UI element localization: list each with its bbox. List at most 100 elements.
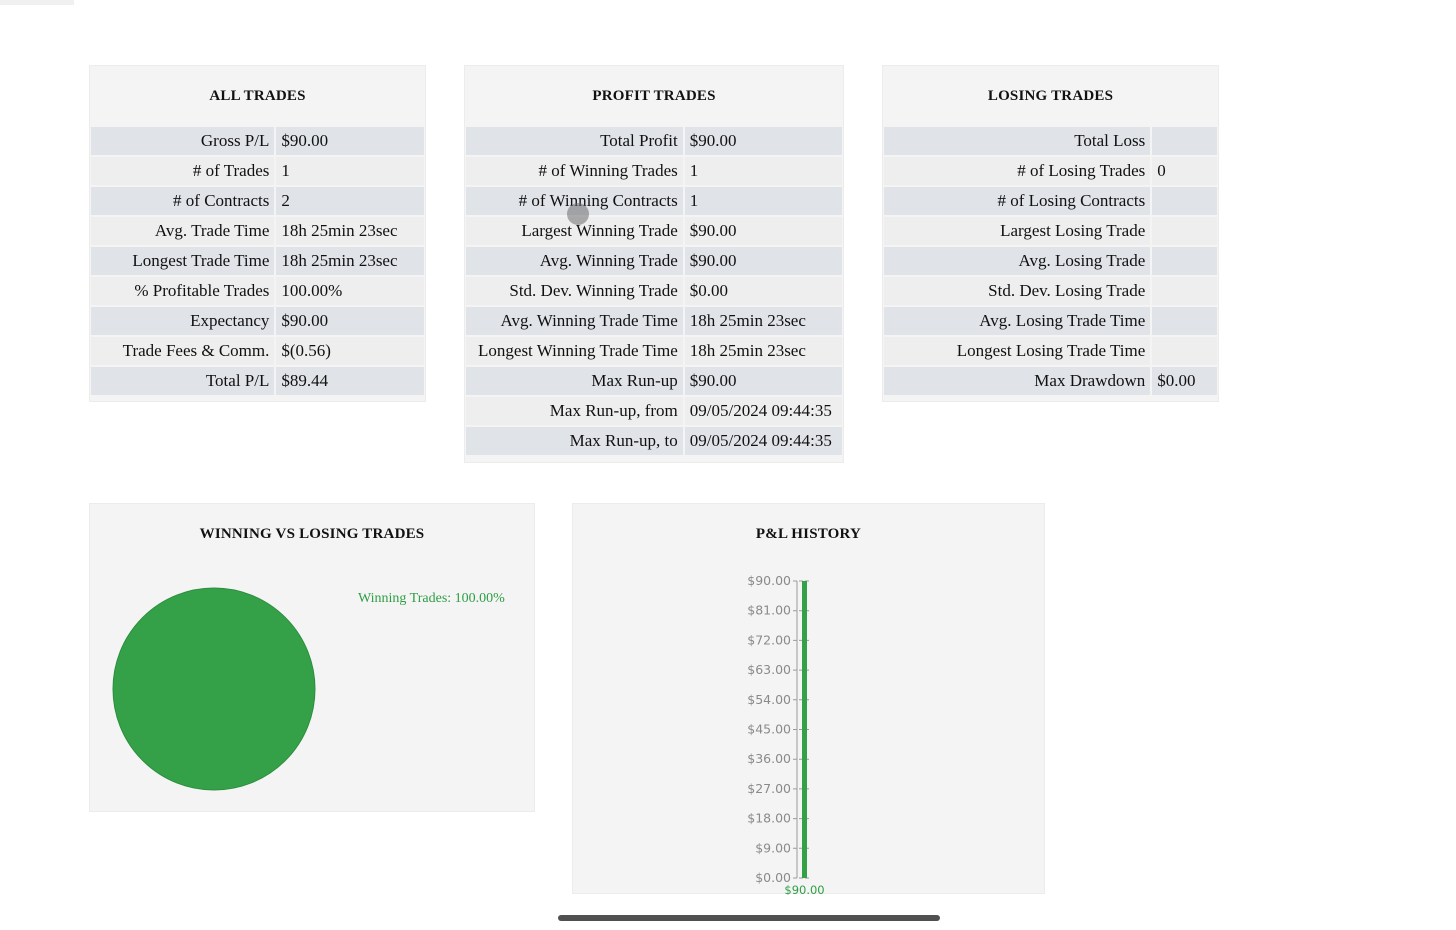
stat-value: $0.00	[1152, 367, 1217, 395]
stat-label: Longest Winning Trade Time	[466, 337, 683, 365]
profit-trades-title: PROFIT TRADES	[592, 88, 716, 104]
stat-label: Avg. Losing Trade	[884, 247, 1151, 275]
stat-value: $90.00	[276, 127, 424, 155]
stat-row: Max Drawdown $0.00	[884, 367, 1217, 395]
win-loss-pie-chart	[112, 587, 316, 791]
stat-value	[1152, 217, 1217, 245]
stat-value: $(0.56)	[276, 337, 424, 365]
y-tick-label: $81.00	[747, 603, 791, 618]
stat-row: Avg. Winning Trade Time 18h 25min 23sec	[466, 307, 842, 335]
stat-row: # of Trades 1	[91, 157, 424, 185]
all-trades-table: Gross P/L $90.00 # of Trades 1 # of Contract…	[89, 125, 426, 397]
losing-trades-table: Total Loss # of Losing Trades 0 # of Losing…	[882, 125, 1219, 397]
stat-label: # of Losing Contracts	[884, 187, 1151, 215]
stat-label: # of Contracts	[91, 187, 275, 215]
y-tick-label: $36.00	[747, 751, 791, 766]
stat-label: Max Run-up, from	[466, 397, 683, 425]
stat-row: Largest Winning Trade $90.00	[466, 217, 842, 245]
y-tick-label: $72.00	[747, 632, 791, 647]
stat-row: Max Run-up, from 09/05/2024 09:44:35	[466, 397, 842, 425]
stat-row: Avg. Losing Trade	[884, 247, 1217, 275]
stat-row: # of Losing Trades 0	[884, 157, 1217, 185]
stat-value: 1	[276, 157, 424, 185]
stat-label: Std. Dev. Losing Trade	[884, 277, 1151, 305]
win-loss-panel: WINNING VS LOSING TRADES Winning Trades:…	[89, 503, 535, 812]
stat-row: Expectancy $90.00	[91, 307, 424, 335]
stat-value	[1152, 127, 1217, 155]
stat-label: Largest Losing Trade	[884, 217, 1151, 245]
stat-label: Avg. Trade Time	[91, 217, 275, 245]
y-tick-label: $90.00	[747, 573, 791, 588]
stat-row: Avg. Winning Trade $90.00	[466, 247, 842, 275]
stat-label: Avg. Winning Trade	[466, 247, 683, 275]
stat-value: 18h 25min 23sec	[276, 247, 424, 275]
stat-label: Total Profit	[466, 127, 683, 155]
stat-label: Trade Fees & Comm.	[91, 337, 275, 365]
stat-value: $90.00	[276, 307, 424, 335]
stat-row: # of Winning Trades 1	[466, 157, 842, 185]
stat-row: Max Run-up $90.00	[466, 367, 842, 395]
stat-label: Max Drawdown	[884, 367, 1151, 395]
stat-value: 09/05/2024 09:44:35	[684, 397, 842, 425]
stat-row: # of Losing Contracts	[884, 187, 1217, 215]
stat-value: 18h 25min 23sec	[684, 307, 842, 335]
stat-value: 18h 25min 23sec	[276, 217, 424, 245]
stat-label: # of Trades	[91, 157, 275, 185]
stat-row: % Profitable Trades 100.00%	[91, 277, 424, 305]
y-tick-label: $54.00	[747, 692, 791, 707]
y-tick-label: $45.00	[747, 722, 791, 737]
stat-row: Total Loss	[884, 127, 1217, 155]
stat-label: Std. Dev. Winning Trade	[466, 277, 683, 305]
stat-row: Longest Winning Trade Time 18h 25min 23se…	[466, 337, 842, 365]
stat-label: Expectancy	[91, 307, 275, 335]
y-tick-label: $9.00	[755, 840, 791, 855]
stat-value	[1152, 277, 1217, 305]
stat-value: $90.00	[684, 127, 842, 155]
stat-row: Avg. Losing Trade Time	[884, 307, 1217, 335]
stat-label: Longest Trade Time	[91, 247, 275, 275]
stat-value: 09/05/2024 09:44:35	[684, 427, 842, 455]
stat-row: Std. Dev. Losing Trade	[884, 277, 1217, 305]
stat-row: Gross P/L $90.00	[91, 127, 424, 155]
pie-slice-winning	[112, 587, 316, 791]
bar-data-label: $90.00	[784, 883, 824, 895]
pl-history-panel: P&L HISTORY $0.00 $9.00 $18.00 $27.00 $36.00…	[572, 503, 1045, 895]
stat-row: Total Profit $90.00	[466, 127, 842, 155]
stat-row: Std. Dev. Winning Trade $0.00	[466, 277, 842, 305]
stat-value: $0.00	[684, 277, 842, 305]
stat-row: Longest Trade Time 18h 25min 23sec	[91, 247, 424, 275]
stat-value: 1	[684, 157, 842, 185]
stat-value: 1	[684, 187, 842, 215]
stat-value: 2	[276, 187, 424, 215]
losing-trades-title: LOSING TRADES	[987, 88, 1114, 104]
stat-value: $90.00	[684, 247, 842, 275]
stat-row: Longest Losing Trade Time	[884, 337, 1217, 365]
stat-label: % Profitable Trades	[91, 277, 275, 305]
stat-label: Avg. Losing Trade Time	[884, 307, 1151, 335]
stat-value: $90.00	[684, 367, 842, 395]
all-trades-title: ALL TRADES	[209, 88, 306, 104]
stat-value: $89.44	[276, 367, 424, 395]
pl-bar	[802, 581, 807, 878]
y-tick-label: $63.00	[747, 662, 791, 677]
stat-label: Max Run-up	[466, 367, 683, 395]
stat-label: Longest Losing Trade Time	[884, 337, 1151, 365]
y-tick-label: $27.00	[747, 781, 791, 796]
stat-label: Total Loss	[884, 127, 1151, 155]
stat-row: Total P/L $89.44	[91, 367, 424, 395]
top-left-tab	[0, 0, 74, 5]
profit-trades-table: Total Profit $90.00 # of Winning Trades 1 # …	[464, 125, 844, 457]
stat-row: # of Contracts 2	[91, 187, 424, 215]
touch-cursor	[567, 203, 589, 225]
stat-label: Gross P/L	[91, 127, 275, 155]
stat-value: 18h 25min 23sec	[684, 337, 842, 365]
horizontal-scrollbar[interactable]	[558, 915, 940, 921]
stat-row: Largest Losing Trade	[884, 217, 1217, 245]
stat-value	[1152, 247, 1217, 275]
stat-row: Avg. Trade Time 18h 25min 23sec	[91, 217, 424, 245]
stat-value: 100.00%	[276, 277, 424, 305]
stat-value	[1152, 187, 1217, 215]
stat-label: Avg. Winning Trade Time	[466, 307, 683, 335]
stat-label: # of Winning Trades	[466, 157, 683, 185]
stat-row: # of Winning Contracts 1	[466, 187, 842, 215]
